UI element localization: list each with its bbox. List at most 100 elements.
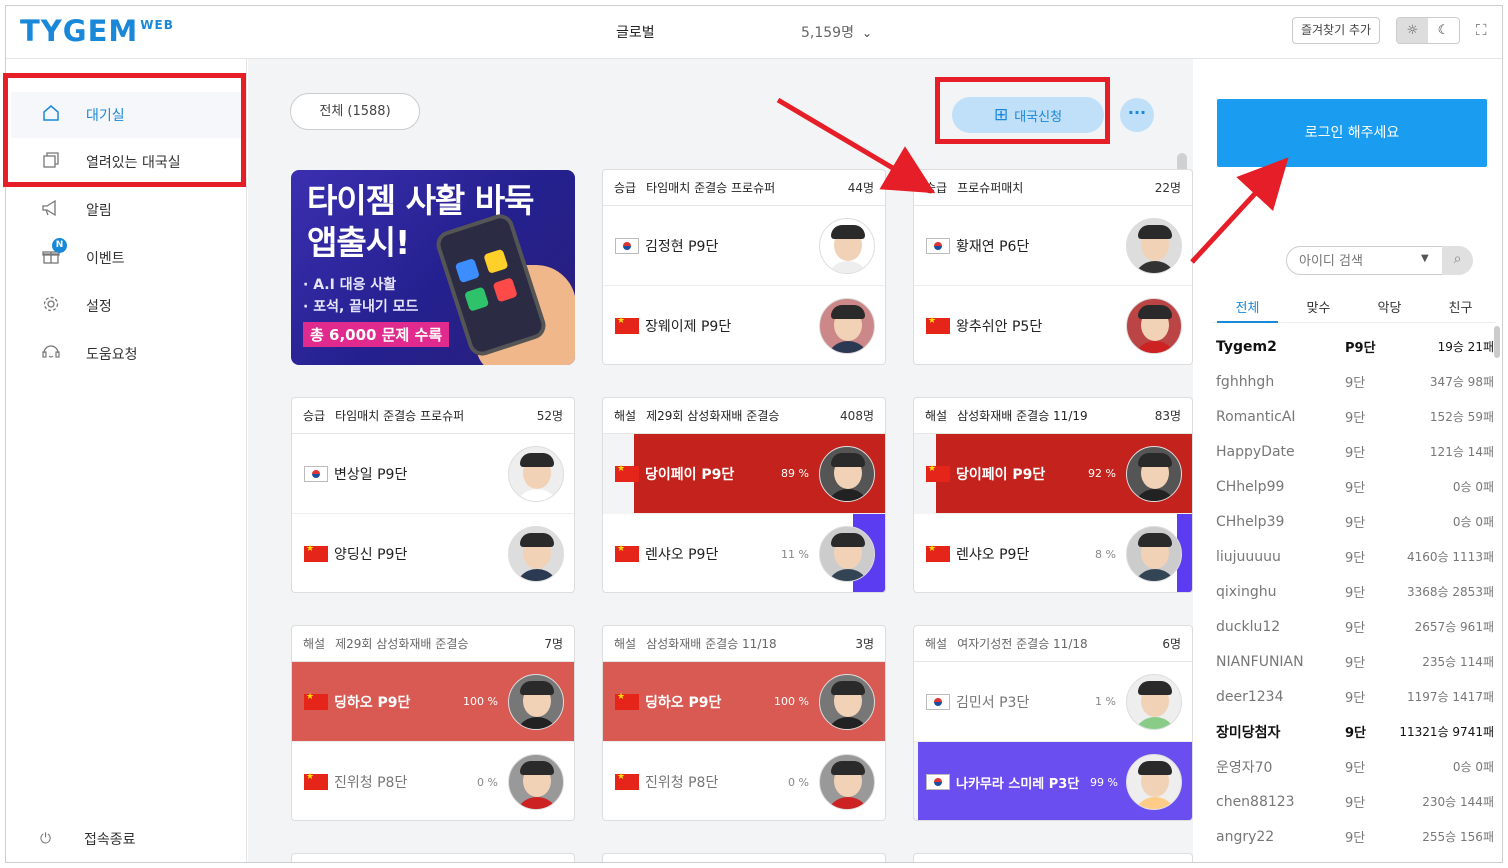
game-card[interactable]: 해설삼성화재배 준결승 11/183명 딩하오 P9단100 % 진위청 P8단… bbox=[602, 625, 886, 821]
list-item[interactable]: angry22 9단 255승 156패 bbox=[1216, 819, 1494, 854]
game-card[interactable]: 해설제29회 삼성화재배 준결승408명 당이페이 P9단89 % 렌샤오 P9… bbox=[602, 397, 886, 593]
list-item[interactable]: 장미당첨자 9단 11321승 9741패 bbox=[1216, 714, 1494, 749]
player-avatar bbox=[819, 673, 875, 730]
player-row: 장웨이제 P9단 bbox=[603, 286, 885, 364]
list-item[interactable]: Tygem2 P9단 19승 21패 bbox=[1216, 329, 1494, 364]
list-item[interactable]: CHhelp39 9단 0승 0패 bbox=[1216, 504, 1494, 539]
grid-icon: ⊞ bbox=[993, 105, 1009, 125]
china-flag-icon bbox=[304, 772, 328, 790]
player-row: 김민서 P3단 1 % bbox=[914, 662, 1192, 742]
list-item[interactable]: qixinghu 9단 3368승 2853패 bbox=[1216, 574, 1494, 609]
player-row: 딩하오 P9단100 % bbox=[292, 662, 574, 742]
player-row: 황재연 P6단 bbox=[914, 206, 1192, 286]
list-item[interactable]: deer1234 9단 1197승 1417패 bbox=[1216, 679, 1494, 714]
list-item[interactable]: HappyDate 9단 121승 14패 bbox=[1216, 434, 1494, 469]
game-card[interactable] bbox=[602, 853, 886, 862]
dropdown-arrow-icon[interactable]: ▼ bbox=[1421, 253, 1429, 264]
korea-flag-icon bbox=[615, 237, 639, 254]
sidebar-item-help[interactable]: 도움요청 bbox=[11, 331, 243, 377]
game-card[interactable]: 해설삼성화재배 준결승 11/1983명 당이페이 P9단92 % 렌샤오 P9… bbox=[913, 397, 1193, 593]
player-avatar bbox=[819, 217, 875, 274]
sidebar-item-label: 알림 bbox=[86, 203, 112, 219]
china-flag-icon bbox=[615, 464, 639, 482]
card-header: 해설 제29회 삼성화재배 준결승 408명 bbox=[603, 398, 885, 434]
list-item[interactable]: ducklu12 9단 2657승 961패 bbox=[1216, 609, 1494, 644]
player-avatar bbox=[508, 445, 564, 502]
game-card[interactable]: 승급프로슈퍼매치22명 황재연 P6단 왕추쉬안 P5단 bbox=[913, 169, 1193, 365]
sidebar-item-label: 도움요청 bbox=[86, 347, 138, 363]
player-row: 진위청 P8단0 % bbox=[292, 742, 574, 820]
id-search-box: ▼ ⌕ bbox=[1286, 246, 1473, 275]
player-avatar bbox=[819, 526, 875, 582]
game-card[interactable]: 해설 여자기성전 준결승 11/18 6명 김민서 P3단 1 % 나카무라 스미레 … bbox=[913, 625, 1193, 821]
tab-all[interactable]: 전체 bbox=[1212, 297, 1283, 323]
game-card[interactable]: 승급타임매치 준결승 프로슈퍼44명 김정현 P9단 장웨이제 P9단 bbox=[602, 169, 886, 365]
china-flag-icon bbox=[926, 316, 950, 334]
list-item[interactable]: CHhelp99 9단 0승 0패 bbox=[1216, 469, 1494, 504]
game-card[interactable] bbox=[913, 853, 1193, 862]
power-icon: ⏻ bbox=[40, 831, 52, 847]
add-favorites-button[interactable]: 즐겨찾기 추가 bbox=[1292, 17, 1380, 44]
list-item[interactable]: fghhhgh 9단 347승 98패 bbox=[1216, 364, 1494, 399]
more-options-button[interactable]: ··· bbox=[1120, 98, 1154, 132]
sidebar-item-event[interactable]: N 이벤트 bbox=[11, 235, 243, 281]
game-card[interactable]: 해설제29회 삼성화재배 준결승7명 딩하오 P9단100 % 진위청 P8단0… bbox=[291, 625, 575, 821]
card-header: 승급 프로슈퍼매치 22명 bbox=[914, 170, 1192, 206]
china-flag-icon bbox=[304, 544, 328, 562]
sun-icon[interactable]: ☼ bbox=[1397, 18, 1428, 43]
player-row: 양딩신 P9단 bbox=[292, 514, 574, 592]
login-button[interactable]: 로그인 해주세요 bbox=[1217, 99, 1487, 167]
game-card[interactable] bbox=[291, 853, 575, 862]
moon-icon[interactable]: ☾ bbox=[1428, 18, 1459, 43]
player-avatar bbox=[1126, 673, 1182, 730]
list-item[interactable]: 운영자70 9단 0승 0패 bbox=[1216, 749, 1494, 784]
browser-frame: TYGEM WEB 글로벌 5,159명 ⌄ 즐겨찾기 추가 ☼ ☾ ⛶ 대기실 열… bbox=[5, 5, 1503, 863]
player-row: 변상일 P9단 bbox=[292, 434, 574, 514]
logout-label: 접속종료 bbox=[84, 832, 136, 848]
user-count-dropdown[interactable]: 5,159명 ⌄ bbox=[801, 22, 872, 42]
user-list-scrollbar[interactable] bbox=[1494, 326, 1500, 358]
promo-banner[interactable]: 타이젬 사활 바둑 앱출시! · A.I 대응 사활 · 포석, 끝내기 모드 총 … bbox=[291, 170, 575, 365]
player-avatar bbox=[819, 298, 875, 354]
player-avatar bbox=[819, 445, 875, 502]
tab-friends[interactable]: 친구 bbox=[1425, 297, 1496, 322]
player-avatar bbox=[1126, 526, 1182, 582]
tab-rivals[interactable]: 맞수 bbox=[1283, 297, 1354, 322]
sidebar-item-open-rooms[interactable]: 열려있는 대국실 bbox=[11, 139, 243, 185]
korea-flag-icon bbox=[926, 693, 950, 710]
theme-toggle[interactable]: ☼ ☾ bbox=[1396, 17, 1460, 44]
tab-villains[interactable]: 악당 bbox=[1354, 297, 1425, 322]
megaphone-icon bbox=[38, 199, 64, 222]
card-header: 승급 타임매치 준결승 프로슈퍼 52명 bbox=[292, 398, 574, 434]
tygem-logo[interactable]: TYGEM WEB bbox=[20, 14, 174, 48]
apply-game-button[interactable]: ⊞ 대국신청 bbox=[952, 97, 1104, 133]
window-icon bbox=[38, 151, 64, 174]
korea-flag-icon bbox=[304, 465, 328, 482]
player-row: 나카무라 스미레 P3단 99 % bbox=[914, 742, 1192, 820]
china-flag-icon bbox=[615, 544, 639, 562]
apply-game-label: 대국신청 bbox=[1014, 109, 1063, 125]
search-icon[interactable]: ⌕ bbox=[1442, 246, 1473, 275]
list-item[interactable]: chen88123 9단 230승 144패 bbox=[1216, 784, 1494, 819]
sidebar-item-notice[interactable]: 알림 bbox=[11, 187, 243, 233]
player-avatar bbox=[1126, 445, 1182, 502]
fullscreen-icon[interactable]: ⛶ bbox=[1476, 21, 1487, 39]
banner-tag: 총 6,000 문제 수록 bbox=[303, 322, 450, 347]
filter-all-button[interactable]: 전체 (1588) bbox=[290, 93, 420, 130]
list-item[interactable]: NIANFUNIAN 9단 235승 114패 bbox=[1216, 644, 1494, 679]
sidebar-item-label: 대기실 bbox=[86, 108, 125, 124]
game-card[interactable]: 승급타임매치 준결승 프로슈퍼52명 변상일 P9단 양딩신 P9단 bbox=[291, 397, 575, 593]
logout-button[interactable]: ⏻ 접속종료 bbox=[40, 829, 136, 849]
id-search-input[interactable] bbox=[1299, 252, 1419, 270]
card-header: 해설 삼성화재배 준결승 11/18 3명 bbox=[603, 626, 885, 662]
player-avatar bbox=[1126, 298, 1182, 354]
sidebar-item-settings[interactable]: 설정 bbox=[11, 283, 243, 329]
list-item[interactable]: RomanticAI 9단 152승 59패 bbox=[1216, 399, 1494, 434]
list-item[interactable]: liujuuuuu 9단 4160승 1113패 bbox=[1216, 539, 1494, 574]
home-icon bbox=[38, 104, 64, 127]
sidebar-item-label: 이벤트 bbox=[86, 251, 125, 267]
chevron-down-icon: ⌄ bbox=[861, 26, 873, 40]
main-area: 전체 (1588) ⊞ 대국신청 ··· 타이젬 사활 바둑 앱출시! · A.I … bbox=[248, 59, 1193, 862]
sidebar-item-lobby[interactable]: 대기실 bbox=[11, 92, 243, 138]
player-avatar bbox=[1126, 754, 1182, 810]
